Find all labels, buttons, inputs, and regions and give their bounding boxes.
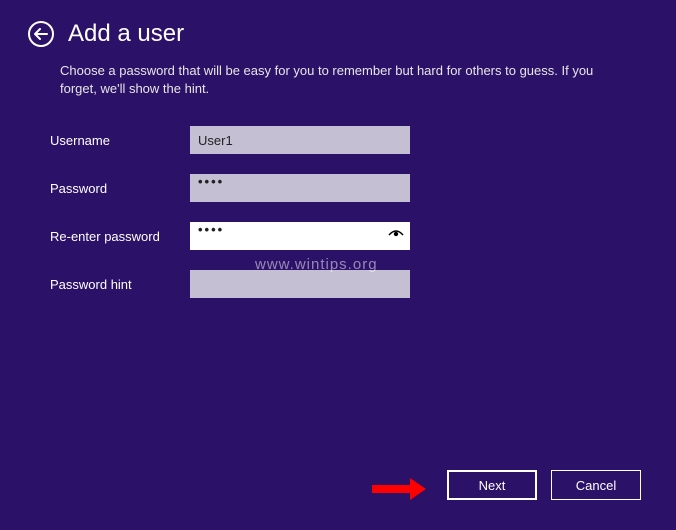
footer-buttons: Next Cancel: [447, 470, 641, 500]
add-user-form: Username Password •••• Re-enter password…: [0, 98, 676, 298]
password-hint-label: Password hint: [50, 277, 190, 292]
annotation-arrow-icon: [372, 478, 426, 500]
username-input[interactable]: [190, 126, 410, 154]
password-input[interactable]: ••••: [190, 174, 410, 202]
back-button[interactable]: [28, 21, 54, 47]
password-hint-row: Password hint: [50, 270, 676, 298]
back-arrow-icon: [34, 28, 48, 40]
username-row: Username: [50, 126, 676, 154]
reenter-password-label: Re-enter password: [50, 229, 190, 244]
password-row: Password ••••: [50, 174, 676, 202]
reenter-password-row: Re-enter password ••••: [50, 222, 676, 250]
cancel-button[interactable]: Cancel: [551, 470, 641, 500]
password-label: Password: [50, 181, 190, 196]
password-hint-input[interactable]: [190, 270, 410, 298]
reenter-password-input[interactable]: ••••: [190, 222, 410, 250]
page-header: Add a user: [0, 0, 676, 48]
page-description: Choose a password that will be easy for …: [0, 48, 676, 98]
next-button[interactable]: Next: [447, 470, 537, 500]
page-title: Add a user: [68, 20, 184, 48]
eye-reveal-icon[interactable]: [388, 228, 404, 244]
username-label: Username: [50, 133, 190, 148]
